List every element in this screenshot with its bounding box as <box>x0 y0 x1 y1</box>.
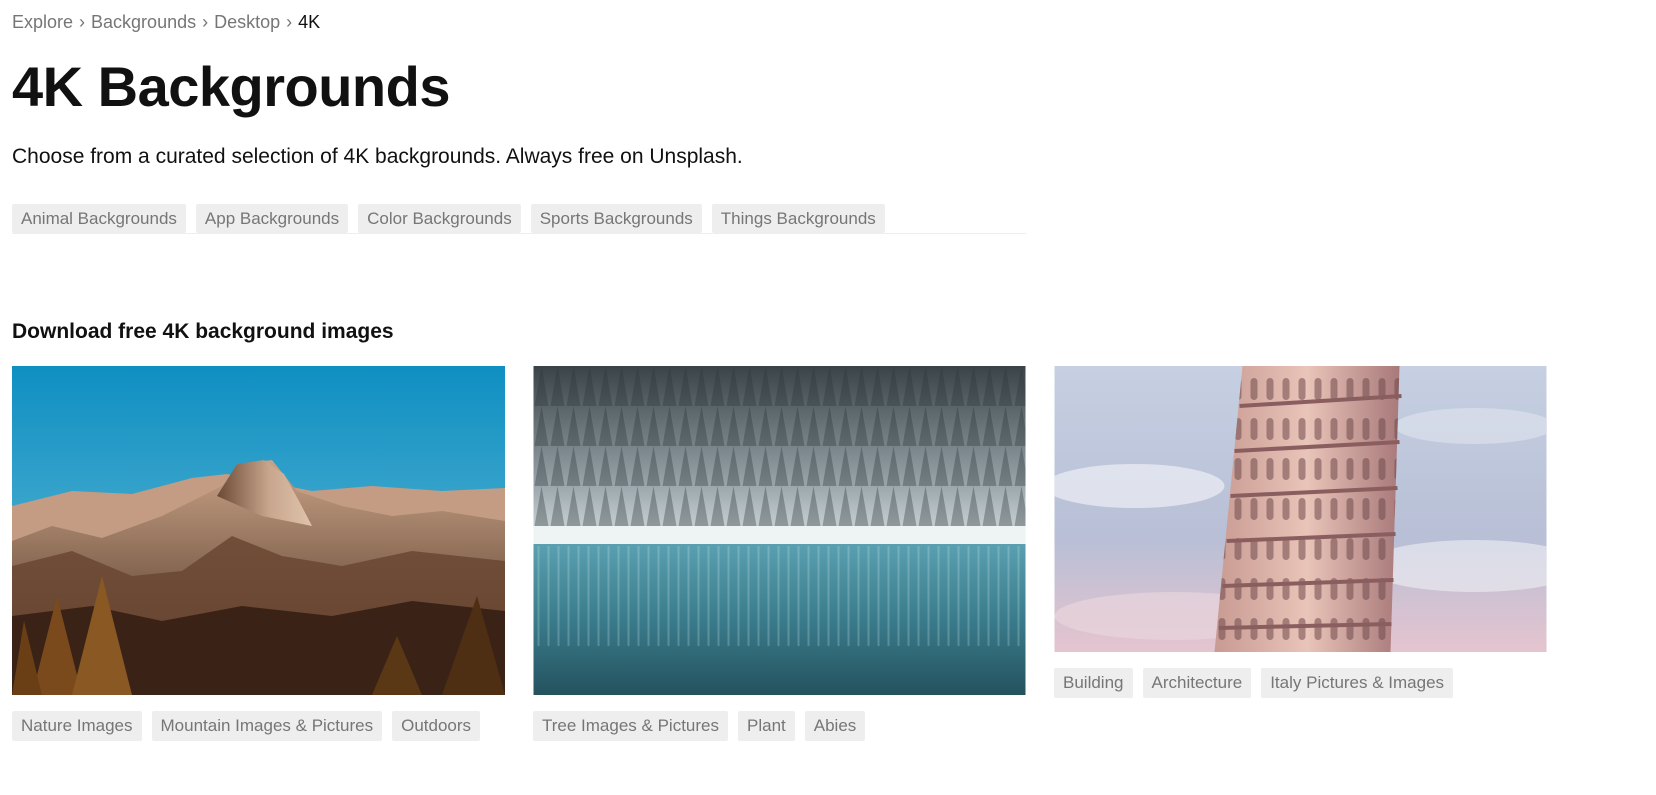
page-subtitle: Choose from a curated selection of 4K ba… <box>12 145 743 168</box>
photo-leaning-tower[interactable] <box>1054 366 1547 652</box>
tag-chip[interactable]: Italy Pictures & Images <box>1261 668 1454 698</box>
breadcrumb-desktop[interactable]: Desktop <box>214 12 280 33</box>
related-categories: Animal Backgrounds App Backgrounds Color… <box>12 204 885 233</box>
tag-chip[interactable]: Nature Images <box>12 711 142 741</box>
breadcrumb-separator: › <box>202 12 209 32</box>
tag-chip[interactable]: Outdoors <box>392 711 481 741</box>
breadcrumb-separator: › <box>79 12 86 32</box>
category-chip-app[interactable]: App Backgrounds <box>195 204 349 233</box>
page-title: 4K Backgrounds <box>12 55 451 118</box>
page: Explore › Backgrounds › Desktop › 4K 4K … <box>0 0 1656 795</box>
tag-chip[interactable]: Architecture <box>1142 668 1252 698</box>
category-chip-animal[interactable]: Animal Backgrounds <box>12 204 186 233</box>
category-chip-things[interactable]: Things Backgrounds <box>711 204 885 233</box>
breadcrumb-current: 4K <box>298 12 321 32</box>
photo-tags: Tree Images & Pictures Plant Abies <box>533 711 1026 741</box>
photo-forest-lake[interactable] <box>533 366 1026 695</box>
photo-mountain[interactable] <box>12 366 505 695</box>
photo-card: Tree Images & Pictures Plant Abies <box>533 366 1026 741</box>
category-chip-color[interactable]: Color Backgrounds <box>358 204 521 233</box>
photo-card: Building Architecture Italy Pictures & I… <box>1054 366 1547 698</box>
breadcrumb-explore[interactable]: Explore <box>12 12 73 33</box>
tag-chip[interactable]: Building <box>1054 668 1133 698</box>
section-heading: Download free 4K background images <box>12 320 394 343</box>
photo-tags: Building Architecture Italy Pictures & I… <box>1054 668 1547 698</box>
photo-card: Nature Images Mountain Images & Pictures… <box>12 366 505 741</box>
tag-chip[interactable]: Tree Images & Pictures <box>533 711 728 741</box>
photo-tags: Nature Images Mountain Images & Pictures… <box>12 711 505 741</box>
tag-chip[interactable]: Abies <box>804 711 866 741</box>
breadcrumb-backgrounds[interactable]: Backgrounds <box>91 12 196 33</box>
breadcrumb: Explore › Backgrounds › Desktop › 4K <box>12 12 320 33</box>
breadcrumb-separator: › <box>286 12 293 32</box>
divider <box>12 233 1026 234</box>
tag-chip[interactable]: Plant <box>738 711 795 741</box>
tag-chip[interactable]: Mountain Images & Pictures <box>151 711 383 741</box>
category-chip-sports[interactable]: Sports Backgrounds <box>530 204 702 233</box>
